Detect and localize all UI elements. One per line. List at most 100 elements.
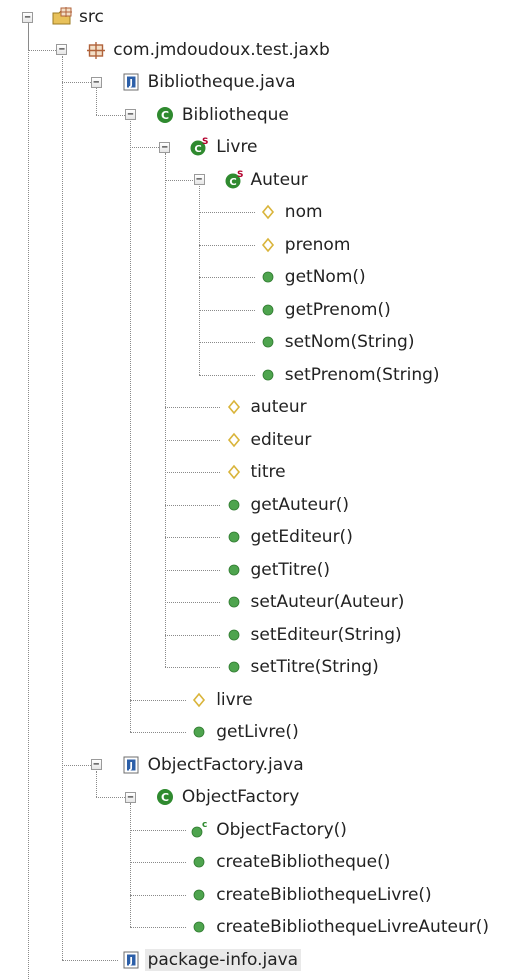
svg-text:J: J [128,956,132,966]
collapse-toggle-icon[interactable]: − [90,76,102,88]
tree-item[interactable]: getNom() [282,261,369,293]
svg-text:c: c [202,820,207,830]
tree-connector-line [130,927,187,928]
tree-item[interactable]: titre [248,456,289,488]
tree-connector-line [130,120,132,732]
tree-item-label: setTitre(String) [250,657,379,677]
method-icon [193,856,205,868]
collapse-toggle-icon[interactable]: − [56,44,68,55]
tree-item[interactable]: setEditeur(String) [248,619,405,651]
tree-item[interactable]: getPrenom() [282,294,394,326]
tree-connector-line [199,309,255,311]
tree-item-label: ObjectFactory.java [147,754,304,775]
tree-connector-line [199,185,200,375]
tree-connector-line [199,244,255,246]
svg-text:J: J [128,761,132,771]
svg-text:S: S [202,137,208,147]
tree-connector-line [164,569,221,571]
method-icon [262,271,274,283]
tree-item[interactable]: setPrenom(String) [282,359,443,391]
tree-item[interactable]: ObjectFactory() [213,814,350,846]
tree-item-label: Livre [216,137,258,157]
method-icon [228,596,239,608]
tree-item-label: titre [250,462,286,482]
tree-item[interactable]: Auteur [248,164,311,196]
tree-item-label: createBibliotheque() [216,852,391,872]
collapse-toggle-icon[interactable]: − [193,174,205,185]
svg-text:C: C [161,791,169,804]
tree-item-label: ObjectFactory() [216,819,347,840]
tree-item[interactable]: prenom [282,229,354,261]
collapse-toggle-icon[interactable]: − [124,109,136,120]
method-icon [228,531,239,543]
tree-connector-line [61,764,91,766]
tree-connector-line [61,82,91,83]
collapse-toggle-icon[interactable]: − [159,141,171,153]
tree-connector-line [130,894,187,896]
tree-item[interactable]: createBibliothequeLivre() [213,879,435,911]
tree-item[interactable]: getEditeur() [248,521,356,553]
tree-item[interactable]: setTitre(String) [248,651,382,683]
class-icon: C [156,789,173,805]
tree-item[interactable]: getAuteur() [248,489,352,521]
tree-connector-line [164,602,221,603]
tree-item-label: setNom(String) [284,332,415,352]
static-class-icon: CS [225,170,243,188]
tree-item[interactable]: getTitre() [248,554,334,586]
java-file-icon: J [123,951,139,968]
tree-item-label: getPrenom() [284,299,391,320]
field-icon [261,237,274,252]
tree-item[interactable]: createBibliothequeLivreAuteur() [213,911,492,943]
method-icon [228,564,239,575]
tree-item[interactable]: Bibliotheque.java [145,66,299,98]
tree-connector-line [130,829,187,831]
tree-connector-line [96,797,125,798]
method-icon [228,661,239,673]
tree-item[interactable]: src [76,1,107,33]
collapse-toggle-icon[interactable]: − [22,11,33,23]
tree-item[interactable]: auteur [248,391,310,423]
tree-item[interactable]: Livre [213,131,260,163]
tree-item[interactable]: setAuteur(Auteur) [248,586,408,618]
svg-text:J: J [128,79,132,89]
tree-item[interactable]: getLivre() [213,716,302,748]
tree-item-label: ObjectFactory [181,787,300,807]
svg-text:C: C [195,144,202,155]
source-folder-icon [52,7,72,25]
tree-item[interactable]: Bibliotheque [179,99,292,131]
static-class-icon: CS [190,137,209,156]
svg-text:C: C [161,109,169,122]
tree-item[interactable]: setNom(String) [282,326,418,358]
tree-item[interactable]: livre [213,684,256,716]
tree-item-label: setEditeur(String) [250,624,402,645]
class-icon: C [156,106,173,123]
method-icon [262,304,274,315]
tree-item-label: src [79,7,104,27]
tree-connector-line [199,212,255,213]
tree-item[interactable]: ObjectFactory.java [145,749,307,781]
tree-item[interactable]: nom [282,196,326,228]
tree-connector-line [61,55,63,960]
java-file-icon: J [123,756,139,773]
tree-item[interactable]: ObjectFactory [179,781,302,813]
tree-item[interactable]: com.jmdoudoux.test.jaxb [110,34,332,66]
tree-item-label: Bibliotheque [181,104,289,125]
tree-connector-line [199,374,255,376]
java-file-icon: J [123,73,139,91]
collapse-toggle-icon[interactable]: − [90,759,102,770]
tree-connector-line [130,803,132,927]
field-icon [261,204,274,220]
tree-item[interactable]: editeur [248,424,315,456]
method-icon [262,336,274,348]
tree-item-label: com.jmdoudoux.test.jaxb [113,39,330,60]
collapse-toggle-icon[interactable]: − [124,791,136,803]
tree-connector-line [199,277,255,278]
package-explorer-tree: − src − com.jmdoudoux.test.jaxb − J Bibliotheq… [0,0,520,979]
method-icon [193,726,205,738]
tree-item[interactable]: package-info.java [144,944,302,976]
tree-connector-line [164,439,221,441]
tree-connector-line [27,23,29,979]
tree-item[interactable]: createBibliotheque() [213,846,393,878]
tree-connector-line [96,770,98,797]
tree-item-label: createBibliothequeLivre() [216,884,432,905]
